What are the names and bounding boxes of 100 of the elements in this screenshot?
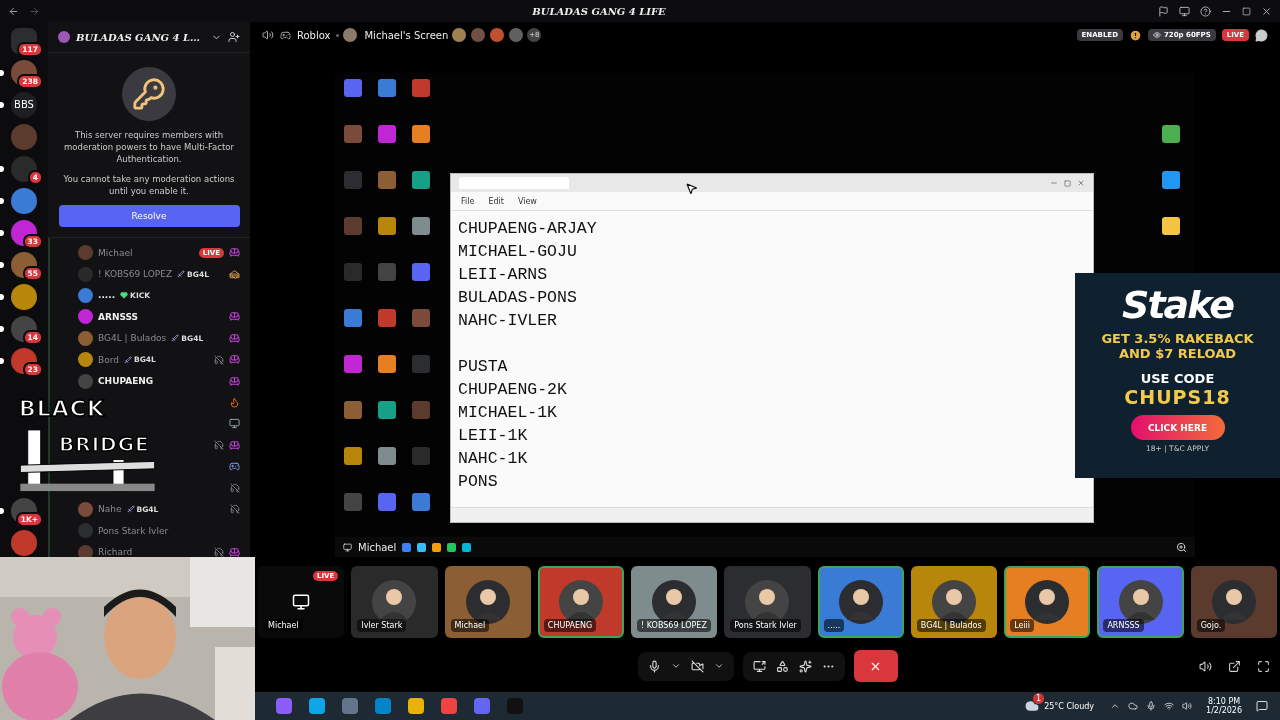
tray-chevron-icon[interactable] bbox=[1110, 701, 1121, 711]
volume-icon[interactable] bbox=[1182, 701, 1193, 711]
server-icon[interactable] bbox=[11, 219, 37, 246]
resolve-button[interactable]: Resolve bbox=[58, 205, 240, 227]
text-line: NAHC-IVLER bbox=[458, 310, 559, 332]
ad-button[interactable]: CLICK HERE bbox=[1130, 415, 1225, 440]
sofa-icon bbox=[229, 354, 240, 366]
server-icon[interactable]: BBS bbox=[11, 91, 37, 118]
notifications-icon[interactable] bbox=[1256, 700, 1268, 712]
participant-tile[interactable]: Michael bbox=[444, 566, 531, 638]
member-name[interactable]: Nahe bbox=[98, 504, 122, 515]
flag-icon[interactable] bbox=[1158, 5, 1169, 17]
caret-icon[interactable] bbox=[670, 661, 681, 671]
participant-tile[interactable]: CHUPAENG bbox=[537, 566, 625, 638]
menu-item[interactable]: View bbox=[517, 196, 537, 206]
participant-tile[interactable]: ..... bbox=[817, 566, 904, 638]
member-name[interactable]: CHUPAENG bbox=[98, 376, 154, 387]
clock-time[interactable]: 8:10 PM bbox=[1207, 697, 1241, 706]
participant-tile[interactable]: Ivler Stark bbox=[351, 566, 438, 638]
invite-icon[interactable] bbox=[228, 31, 240, 43]
participant-tile[interactable]: Gojo. bbox=[1190, 566, 1277, 638]
popout-icon[interactable] bbox=[1228, 659, 1241, 673]
help-icon[interactable] bbox=[1200, 5, 1211, 17]
cloud-icon[interactable] bbox=[1128, 701, 1139, 711]
avatar bbox=[78, 373, 93, 389]
avatar bbox=[78, 501, 93, 517]
sofa-icon bbox=[229, 332, 240, 344]
text-line: LEII-ARNS bbox=[458, 264, 549, 286]
chat-icon[interactable] bbox=[1255, 28, 1268, 42]
back-icon[interactable] bbox=[8, 5, 19, 17]
server-icon[interactable] bbox=[11, 283, 37, 310]
monitor-icon[interactable] bbox=[1179, 5, 1190, 17]
avatar bbox=[78, 352, 93, 368]
sword-icon bbox=[126, 505, 135, 514]
mic-icon[interactable] bbox=[647, 659, 661, 673]
member-name[interactable]: Bord bbox=[98, 354, 119, 365]
mic-icon[interactable] bbox=[1146, 701, 1157, 711]
server-icon[interactable] bbox=[11, 347, 37, 374]
avatar bbox=[78, 330, 93, 346]
sofa-icon bbox=[229, 247, 240, 259]
text-line: PONS bbox=[458, 471, 499, 493]
member-name[interactable]: BG4L | Bulados bbox=[98, 333, 167, 344]
member-name[interactable]: ..... bbox=[98, 290, 116, 301]
participant-tile[interactable]: ! KOBS69 LOPEZ bbox=[631, 566, 718, 638]
monitor-icon bbox=[292, 593, 311, 611]
screen-share-icon[interactable] bbox=[752, 659, 766, 673]
sparkles-icon[interactable] bbox=[798, 659, 812, 673]
clock-date[interactable]: 1/2/2026 bbox=[1206, 706, 1242, 715]
avatar bbox=[451, 27, 468, 43]
cursor-icon bbox=[685, 182, 698, 195]
menu-item[interactable]: File bbox=[461, 196, 475, 206]
text-line: CHUPAENG-2K bbox=[458, 379, 568, 401]
member-name[interactable]: ARNSSS bbox=[98, 311, 139, 322]
participant-tile[interactable]: ARNSSS bbox=[1097, 566, 1184, 638]
participant-tile[interactable]: BG4L | Bulados bbox=[910, 566, 998, 638]
sandwich-icon bbox=[229, 268, 240, 280]
server-name[interactable]: BULADAS GANG 4 L… bbox=[76, 31, 205, 43]
participant-name: ARNSSS bbox=[1103, 619, 1144, 632]
avatar bbox=[78, 309, 93, 325]
sword-icon bbox=[171, 334, 180, 343]
member-name[interactable]: Richard bbox=[98, 547, 133, 557]
fullscreen-icon[interactable] bbox=[1257, 659, 1270, 673]
ad-brand: Stake bbox=[1122, 283, 1233, 327]
activity-name: Roblox bbox=[297, 29, 331, 41]
avatar bbox=[838, 580, 883, 624]
notice-text: This server requires members with moderation powers to have Multi-Factor Authentication. bbox=[63, 129, 235, 165]
ad-code-label: USE CODE bbox=[1140, 371, 1215, 386]
logo-text: BLACK bbox=[19, 396, 105, 421]
notification-badge: 1 bbox=[1033, 693, 1045, 704]
zoom-icon[interactable] bbox=[1176, 541, 1187, 553]
warning-icon[interactable] bbox=[1128, 28, 1142, 42]
shapes-icon[interactable] bbox=[775, 659, 789, 673]
text-line: CHUPAENG-ARJAY bbox=[458, 218, 598, 240]
server-icon[interactable] bbox=[11, 251, 37, 278]
network-icon[interactable] bbox=[1164, 701, 1175, 711]
avatar bbox=[78, 266, 93, 282]
text-line: BULADAS-PONS bbox=[458, 287, 578, 309]
avatar bbox=[78, 245, 93, 261]
camera-off-icon[interactable] bbox=[690, 659, 704, 673]
participant-tile[interactable]: Leiii bbox=[1004, 566, 1091, 638]
avatar bbox=[489, 27, 506, 43]
member-name[interactable]: Michael bbox=[98, 247, 133, 258]
weather-icon[interactable] bbox=[1025, 699, 1040, 713]
avatar bbox=[78, 544, 93, 557]
member-name[interactable]: ! KOBS69 LOPEZ bbox=[98, 269, 173, 280]
volume-icon[interactable] bbox=[1199, 659, 1212, 673]
caret-icon[interactable] bbox=[713, 661, 724, 671]
weather-text[interactable]: 25°C Cloudy bbox=[1044, 701, 1095, 711]
volume-icon[interactable] bbox=[262, 29, 274, 41]
sword-icon bbox=[123, 355, 132, 364]
server-icon bbox=[58, 31, 70, 43]
member-name[interactable]: Pons Stark Ivler bbox=[98, 525, 169, 536]
avatar bbox=[342, 27, 359, 43]
stop-stream-button[interactable] bbox=[853, 650, 898, 682]
menu-item[interactable]: Edit bbox=[488, 196, 504, 206]
server-icon[interactable] bbox=[11, 155, 37, 182]
close-icon[interactable] bbox=[1261, 5, 1272, 17]
forward-icon[interactable] bbox=[29, 5, 40, 17]
maximize-icon[interactable] bbox=[1242, 6, 1251, 16]
participant-tile[interactable]: Pons Stark Ivler bbox=[724, 566, 811, 638]
